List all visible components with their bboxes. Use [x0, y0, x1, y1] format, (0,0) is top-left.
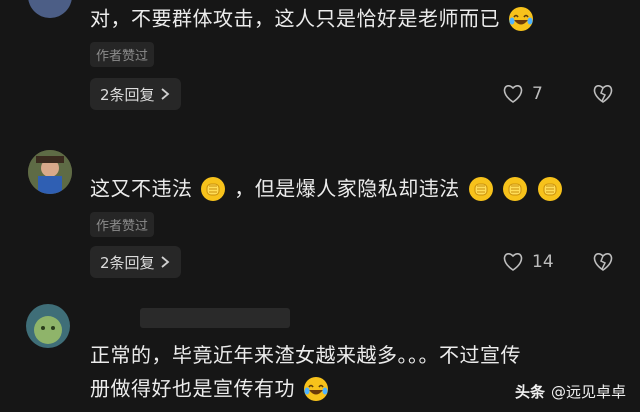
laugh-cry-emoji-icon	[508, 6, 533, 31]
comment-text-content: 对，不要群体攻击，这人只是恰好是老师而已	[90, 6, 500, 31]
avatar-image	[28, 0, 72, 18]
author-liked-badge: 作者赞过	[90, 212, 155, 237]
watermark: 头条 @远见卓卓	[515, 381, 626, 402]
comment-text-line-1: 正常的，毕竟近年来渣女越来越多。。。不过宣传	[90, 343, 521, 367]
clap-emoji-icon	[201, 176, 226, 201]
heart-outline-icon	[503, 253, 523, 271]
avatar[interactable]	[26, 304, 70, 348]
username-placeholder	[140, 308, 290, 328]
watermark-handle: @远见卓卓	[550, 383, 626, 401]
comment-text-part-2: ，但是爆人家隐私却违法	[234, 176, 460, 201]
watermark-brand: 头条	[514, 383, 545, 401]
broken-heart-icon	[593, 85, 613, 103]
avatar-image	[26, 304, 70, 348]
chevron-right-icon	[160, 256, 169, 268]
clap-emoji-icon	[538, 176, 563, 201]
replies-label: 2条回复	[100, 253, 155, 272]
author-liked-badge: 作者赞过	[90, 42, 155, 67]
heart-outline-icon	[503, 85, 523, 103]
avatar[interactable]	[28, 0, 72, 18]
broken-heart-icon	[593, 253, 613, 271]
dislike-button[interactable]	[592, 252, 614, 276]
avatar-image	[28, 150, 72, 194]
clap-emoji-icon	[503, 176, 528, 201]
replies-label: 2条回复	[100, 85, 155, 104]
clap-emoji-icon	[468, 176, 493, 201]
comment-text: 对，不要群体攻击，这人只是恰好是老师而已	[90, 2, 535, 34]
comment-text: 这又不违法 ，但是爆人家隐私却违法	[90, 172, 564, 204]
like-count: 7	[532, 84, 543, 104]
like-count: 14	[532, 252, 554, 272]
comment-text-part-1: 这又不违法	[90, 176, 193, 201]
avatar[interactable]	[28, 150, 72, 194]
like-button[interactable]: 14	[502, 252, 554, 272]
view-replies-button[interactable]: 2条回复	[90, 78, 181, 110]
view-replies-button[interactable]: 2条回复	[90, 246, 181, 278]
like-button[interactable]: 7	[502, 84, 543, 104]
chevron-right-icon	[160, 88, 169, 100]
laugh-cry-emoji-icon	[303, 376, 328, 401]
comment-text-line-2-content: 册做得好也是宣传有功	[90, 376, 295, 401]
dislike-button[interactable]	[592, 84, 614, 108]
comment-text-line-2: 册做得好也是宣传有功	[90, 372, 330, 404]
